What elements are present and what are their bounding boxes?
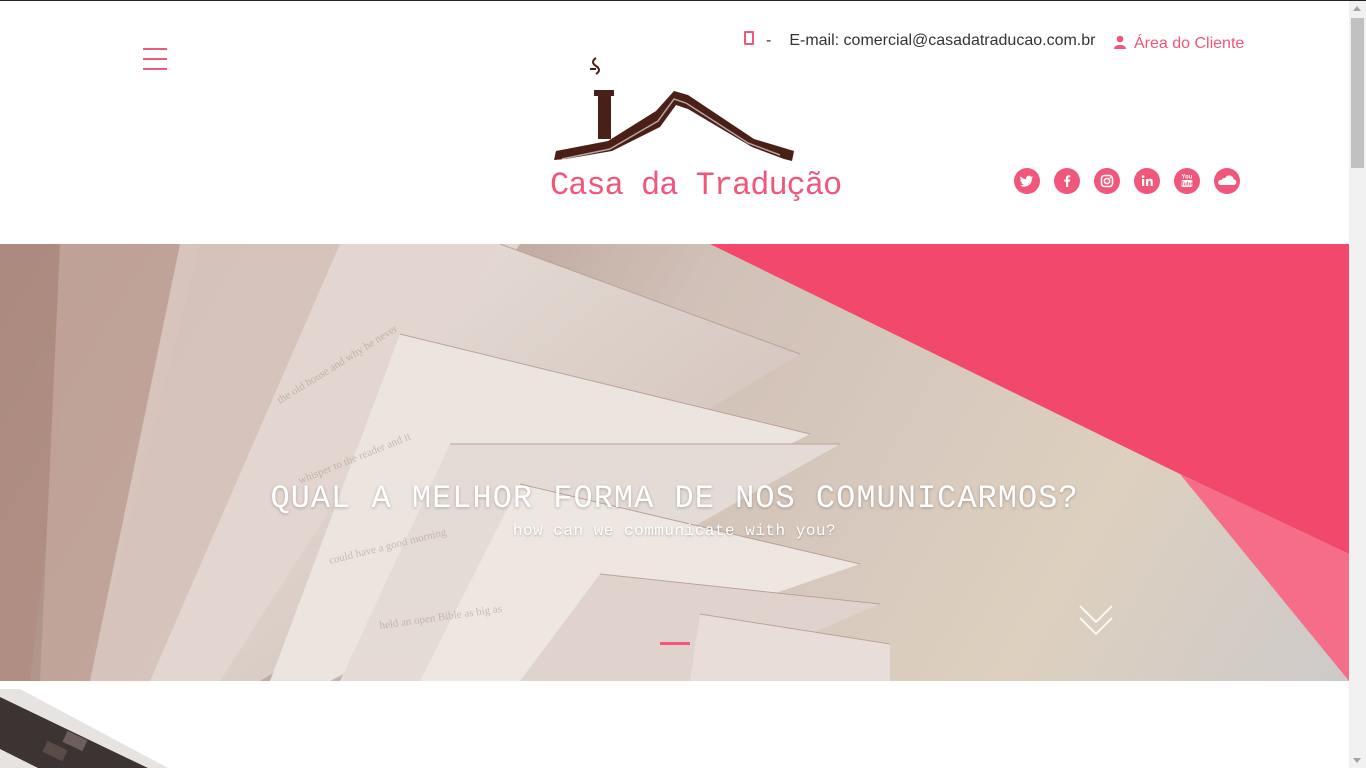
email-text[interactable]: E-mail: comercial@casadatraducao.com.br: [789, 32, 1095, 49]
chevron-down-icon[interactable]: [1078, 604, 1114, 642]
svg-text:Tube: Tube: [1181, 182, 1194, 188]
youtube-icon[interactable]: You Tube: [1174, 168, 1200, 194]
soundcloud-icon[interactable]: [1214, 168, 1240, 194]
logo[interactable]: Casa da Tradução: [548, 55, 842, 215]
contact-info: - E-mail: comercial@casadatraducao.com.br: [744, 31, 1095, 50]
hero-title: QUAL A MELHOR FORMA DE NOS COMUNICARMOS?: [270, 480, 1079, 517]
scrollbar[interactable]: [1349, 1, 1366, 768]
client-area-link[interactable]: Área do Cliente: [1114, 35, 1244, 54]
next-section-image: [0, 689, 170, 768]
hero-subtitle: how can we communicate with you?: [512, 522, 837, 540]
slide-indicator[interactable]: [660, 642, 690, 645]
scroll-up-arrow[interactable]: [1353, 6, 1361, 11]
page: - E-mail: comercial@casadatraducao.com.br…: [0, 1, 1349, 768]
instagram-icon[interactable]: [1094, 168, 1120, 194]
scroll-down-arrow[interactable]: [1353, 758, 1361, 763]
twitter-icon[interactable]: [1014, 168, 1040, 194]
menu-icon[interactable]: [143, 48, 167, 72]
hero-banner: the old house and why he never whisper t…: [0, 244, 1349, 681]
facebook-icon[interactable]: [1054, 168, 1080, 194]
logo-house-icon: [554, 57, 794, 161]
phone-icon: [744, 31, 754, 45]
book-pages-image: the old house and why he never whisper t…: [0, 244, 1349, 681]
linkedin-icon[interactable]: [1134, 168, 1160, 194]
client-area-label: Área do Cliente: [1134, 35, 1245, 52]
logo-text: Casa da Tradução: [550, 167, 842, 204]
svg-text:You: You: [1182, 175, 1193, 181]
phone-separator: -: [766, 32, 772, 49]
scrollbar-thumb[interactable]: [1351, 18, 1364, 168]
user-icon: [1114, 35, 1126, 54]
